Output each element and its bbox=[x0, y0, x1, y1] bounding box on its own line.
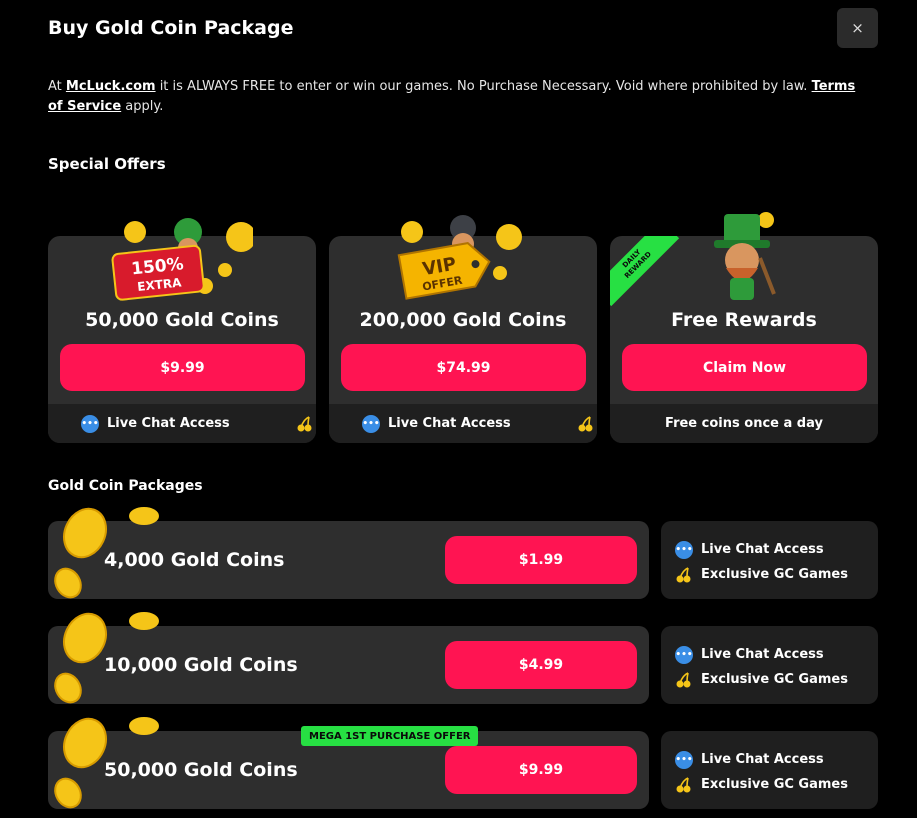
package-name: 4,000 Gold Coins bbox=[104, 549, 285, 571]
offer-name: Free Rewards bbox=[671, 309, 817, 331]
offer-features: ••• Live Chat Access Ex bbox=[48, 404, 316, 443]
chat-bubble-icon: ••• bbox=[675, 645, 693, 664]
gold-coin-packages-title: Gold Coin Packages bbox=[48, 478, 203, 494]
offer-buy-button[interactable]: $9.99 bbox=[60, 344, 305, 391]
cherry-icon bbox=[676, 566, 691, 582]
chat-bubble-icon: ••• bbox=[675, 540, 693, 559]
offer-buy-button[interactable]: $74.99 bbox=[341, 344, 586, 391]
offer-name: 50,000 Gold Coins bbox=[85, 309, 279, 331]
offer-name: 200,000 Gold Coins bbox=[359, 309, 567, 331]
cherry-icon bbox=[297, 415, 312, 431]
close-button[interactable]: × bbox=[837, 8, 878, 48]
package-buy-button[interactable]: $1.99 bbox=[445, 536, 637, 584]
package-buy-button[interactable]: $9.99 bbox=[445, 746, 637, 794]
offer-features: ••• Live Chat Access Ex bbox=[329, 404, 597, 443]
package-features: ••• Live Chat Access Exclusive GC Games bbox=[661, 521, 878, 599]
package-row: 10,000 Gold Coins $4.99 bbox=[48, 612, 649, 704]
chat-bubble-icon: ••• bbox=[675, 750, 693, 769]
package-row: MEGA 1ST PURCHASE OFFER 50,000 Gold Coin… bbox=[48, 717, 649, 809]
mega-offer-badge: MEGA 1ST PURCHASE OFFER bbox=[301, 726, 479, 746]
chat-bubble-icon: ••• bbox=[362, 414, 380, 433]
cherry-icon bbox=[676, 671, 691, 687]
cherry-icon bbox=[578, 415, 593, 431]
chat-bubble-icon: ••• bbox=[81, 414, 99, 433]
close-icon: × bbox=[851, 19, 864, 37]
offer-footer: Free coins once a day bbox=[610, 404, 878, 443]
claim-now-button[interactable]: Claim Now bbox=[622, 344, 867, 391]
disclaimer-text: At McLuck.com it is ALWAYS FREE to enter… bbox=[48, 79, 856, 114]
150-extra-badge-illustration: 150% EXTRA bbox=[111, 218, 253, 301]
package-row: 4,000 Gold Coins $1.99 bbox=[48, 507, 649, 599]
package-buy-button[interactable]: $4.99 bbox=[445, 641, 637, 689]
package-name: 10,000 Gold Coins bbox=[104, 654, 298, 676]
mcluck-link[interactable]: McLuck.com bbox=[66, 79, 156, 94]
daily-reward-ribbon: DAILY REWARD bbox=[610, 236, 680, 307]
leprechaun-illustration bbox=[714, 212, 776, 300]
package-features: ••• Live Chat Access Exclusive GC Games bbox=[661, 731, 878, 809]
special-offers-title: Special Offers bbox=[48, 155, 166, 173]
vip-offer-badge-illustration: VIP OFFER bbox=[397, 215, 522, 300]
package-name: 50,000 Gold Coins bbox=[104, 759, 298, 781]
package-features: ••• Live Chat Access Exclusive GC Games bbox=[661, 626, 878, 704]
modal-title: Buy Gold Coin Package bbox=[48, 17, 294, 39]
cherry-icon bbox=[676, 776, 691, 792]
